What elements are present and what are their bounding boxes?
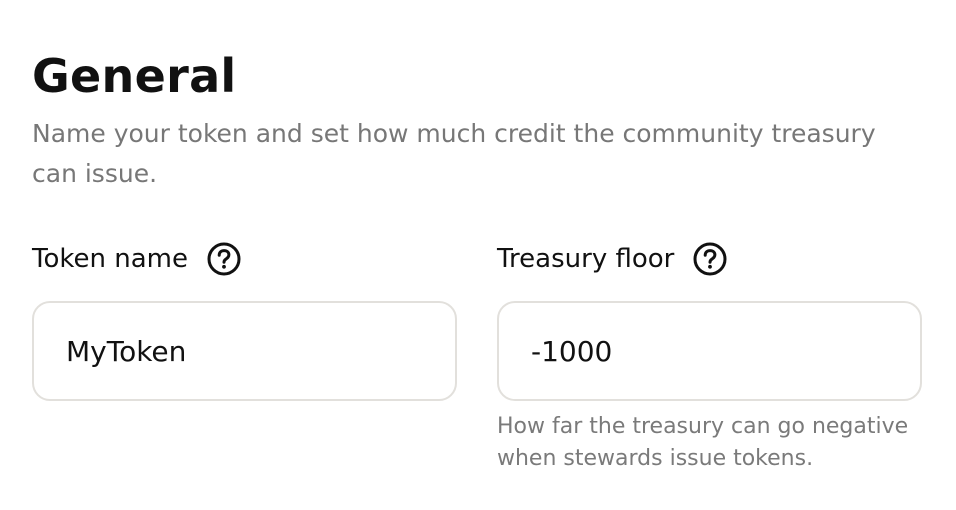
treasury-floor-hint: How far the treasury can go negative whe… bbox=[497, 414, 909, 471]
token-name-label: Token name bbox=[32, 244, 188, 274]
section-description: Name your token and set how much credit … bbox=[32, 119, 876, 188]
token-name-label-row: Token name bbox=[32, 236, 457, 282]
token-name-input[interactable] bbox=[32, 301, 457, 401]
token-name-field: Token name bbox=[32, 236, 457, 401]
question-circle-icon[interactable] bbox=[692, 241, 728, 277]
section-title: General bbox=[32, 49, 237, 103]
general-settings-panel: General Name your token and set how much… bbox=[0, 0, 956, 510]
treasury-floor-label-row: Treasury floor bbox=[497, 236, 922, 282]
question-circle-icon[interactable] bbox=[206, 241, 242, 277]
treasury-floor-label: Treasury floor bbox=[497, 244, 675, 274]
treasury-floor-field: Treasury floor How far the treasury can … bbox=[497, 236, 922, 475]
treasury-floor-input[interactable] bbox=[497, 301, 922, 401]
